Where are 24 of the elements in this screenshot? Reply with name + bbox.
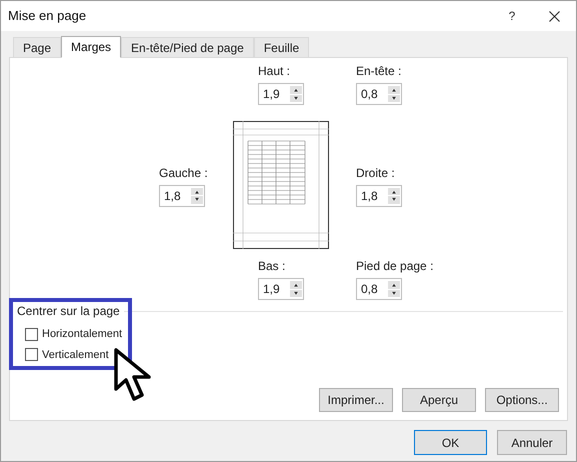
group-title: Centrer sur la page <box>17 303 120 320</box>
window-title: Mise en page <box>8 7 88 26</box>
cursor-icon <box>113 347 153 403</box>
tab[interactable]: Marges <box>61 36 122 58</box>
panel-button[interactable]: Imprimer... <box>319 388 393 412</box>
close-icon <box>548 10 560 22</box>
tab[interactable]: Feuille <box>254 37 310 57</box>
field-label: Haut : <box>258 63 290 80</box>
dialog-button[interactable]: Annuler <box>497 430 567 455</box>
field-label: Droite : <box>356 164 395 182</box>
checkbox[interactable] <box>25 328 38 341</box>
panel-button[interactable]: Options... <box>485 388 559 412</box>
help-button[interactable]: ? <box>492 1 532 31</box>
tab[interactable]: En-tête/Pied de page <box>121 37 254 57</box>
field-label: Pied de page : <box>356 258 434 275</box>
checkbox-label: Verticalement <box>42 348 109 362</box>
dialog-button[interactable]: OK <box>414 430 487 455</box>
tab[interactable]: Page <box>13 37 62 57</box>
field-label: Gauche : <box>159 164 208 182</box>
checkbox-label: Horizontalement <box>42 327 122 342</box>
panel-button[interactable]: Aperçu <box>402 388 476 412</box>
field-label: Bas : <box>258 258 286 275</box>
checkbox[interactable] <box>25 348 38 362</box>
field-label: En-tête : <box>356 63 402 80</box>
